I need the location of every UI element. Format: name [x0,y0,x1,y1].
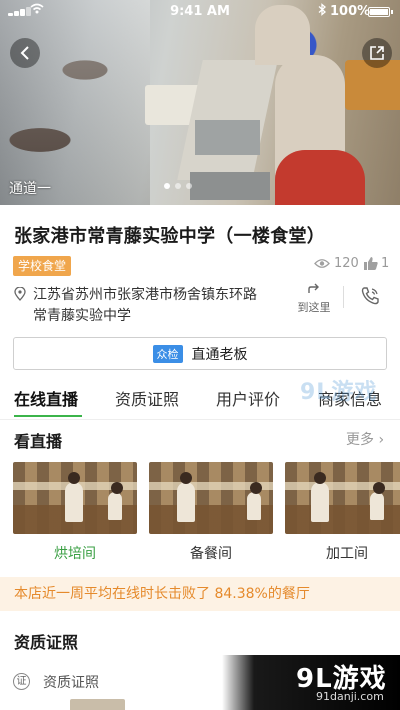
feed-trays [190,172,270,200]
camera-label[interactable]: 烘培间 [13,543,137,563]
certificate-label: 资质证照 [43,675,99,691]
channel-label: 通道一 [9,181,51,197]
camera-label[interactable]: 加工间 [285,543,400,563]
chevron-right-icon: › [378,432,385,448]
feed-glass-panel [0,0,150,205]
carousel-dot[interactable] [164,183,170,189]
tab-reviews[interactable]: 用户评价 [216,386,280,410]
watermark-mid: 9L游戏 [300,380,378,405]
boss-badge: 众检 [152,344,183,363]
online-rank-banner: 本店近一周平均在线时长击败了 84.38%的餐厅 [0,577,400,611]
contact-boss-button[interactable]: 众检 直通老板 [13,337,387,370]
watermark-url: 91danji.com [316,690,384,703]
boss-label: 直通老板 [191,346,248,363]
view-count-value: 120 [334,256,359,271]
thumb-person [177,472,195,522]
tab-certificates[interactable]: 资质证照 [115,386,179,410]
thumb-person [65,472,83,522]
camera-thumbnail[interactable] [285,462,400,534]
store-name: 张家港市常青藤实验中学（一楼食堂） [14,226,326,247]
thumb-person [108,482,123,520]
certificate-thumbnail[interactable] [70,699,125,710]
divider [343,286,344,308]
address-line: 江苏省苏州市张家港市杨舍镇东环路 [33,287,257,303]
more-label: 更多 [346,432,374,448]
bluetooth-icon [318,3,326,19]
route-arrow-icon [295,282,333,297]
location-pin-icon [14,287,26,301]
carousel-dots[interactable] [164,183,192,189]
thumb-person [311,472,329,522]
address-line: 常青藤实验中学 [33,308,131,324]
like-count[interactable]: 1 [364,256,389,271]
certificates-section-title: 资质证照 [14,633,79,652]
eye-icon [314,259,330,268]
battery-icon [368,7,393,17]
more-link[interactable]: 更多 › [346,429,384,449]
carousel-dot[interactable] [186,183,192,189]
certificate-icon: 证 [13,673,30,690]
carousel-dot[interactable] [175,183,181,189]
live-section-title: 看直播 [14,432,63,451]
camera-thumbnail[interactable] [13,462,137,534]
chevron-left-icon [20,46,29,60]
navigate-label: 到这里 [297,301,331,314]
navigate-button[interactable]: 到这里 [295,282,333,315]
tab-live[interactable]: 在线直播 [14,386,78,410]
thumb-person [370,482,385,520]
thumbs-up-icon [364,257,378,270]
feed-worker [275,150,365,205]
active-tab-indicator [14,415,82,417]
view-count: 120 [314,256,359,271]
feed-trays [195,120,260,155]
phone-icon[interactable] [360,286,380,306]
camera-label[interactable]: 备餐间 [149,543,273,563]
live-video-feed[interactable]: 9:41 AM 100% 通道一 [0,0,400,205]
back-button[interactable] [10,38,40,68]
status-bar: 9:41 AM 100% [0,0,400,24]
thumb-person [247,482,262,520]
battery-percent: 100% [330,4,371,19]
share-button[interactable] [362,38,392,68]
store-address: 江苏省苏州市张家港市杨舍镇东环路 常青藤实验中学 [33,285,283,327]
share-icon [370,46,384,60]
category-tag: 学校食堂 [13,256,72,276]
camera-thumbnail[interactable] [149,462,273,534]
like-count-value: 1 [381,256,390,271]
